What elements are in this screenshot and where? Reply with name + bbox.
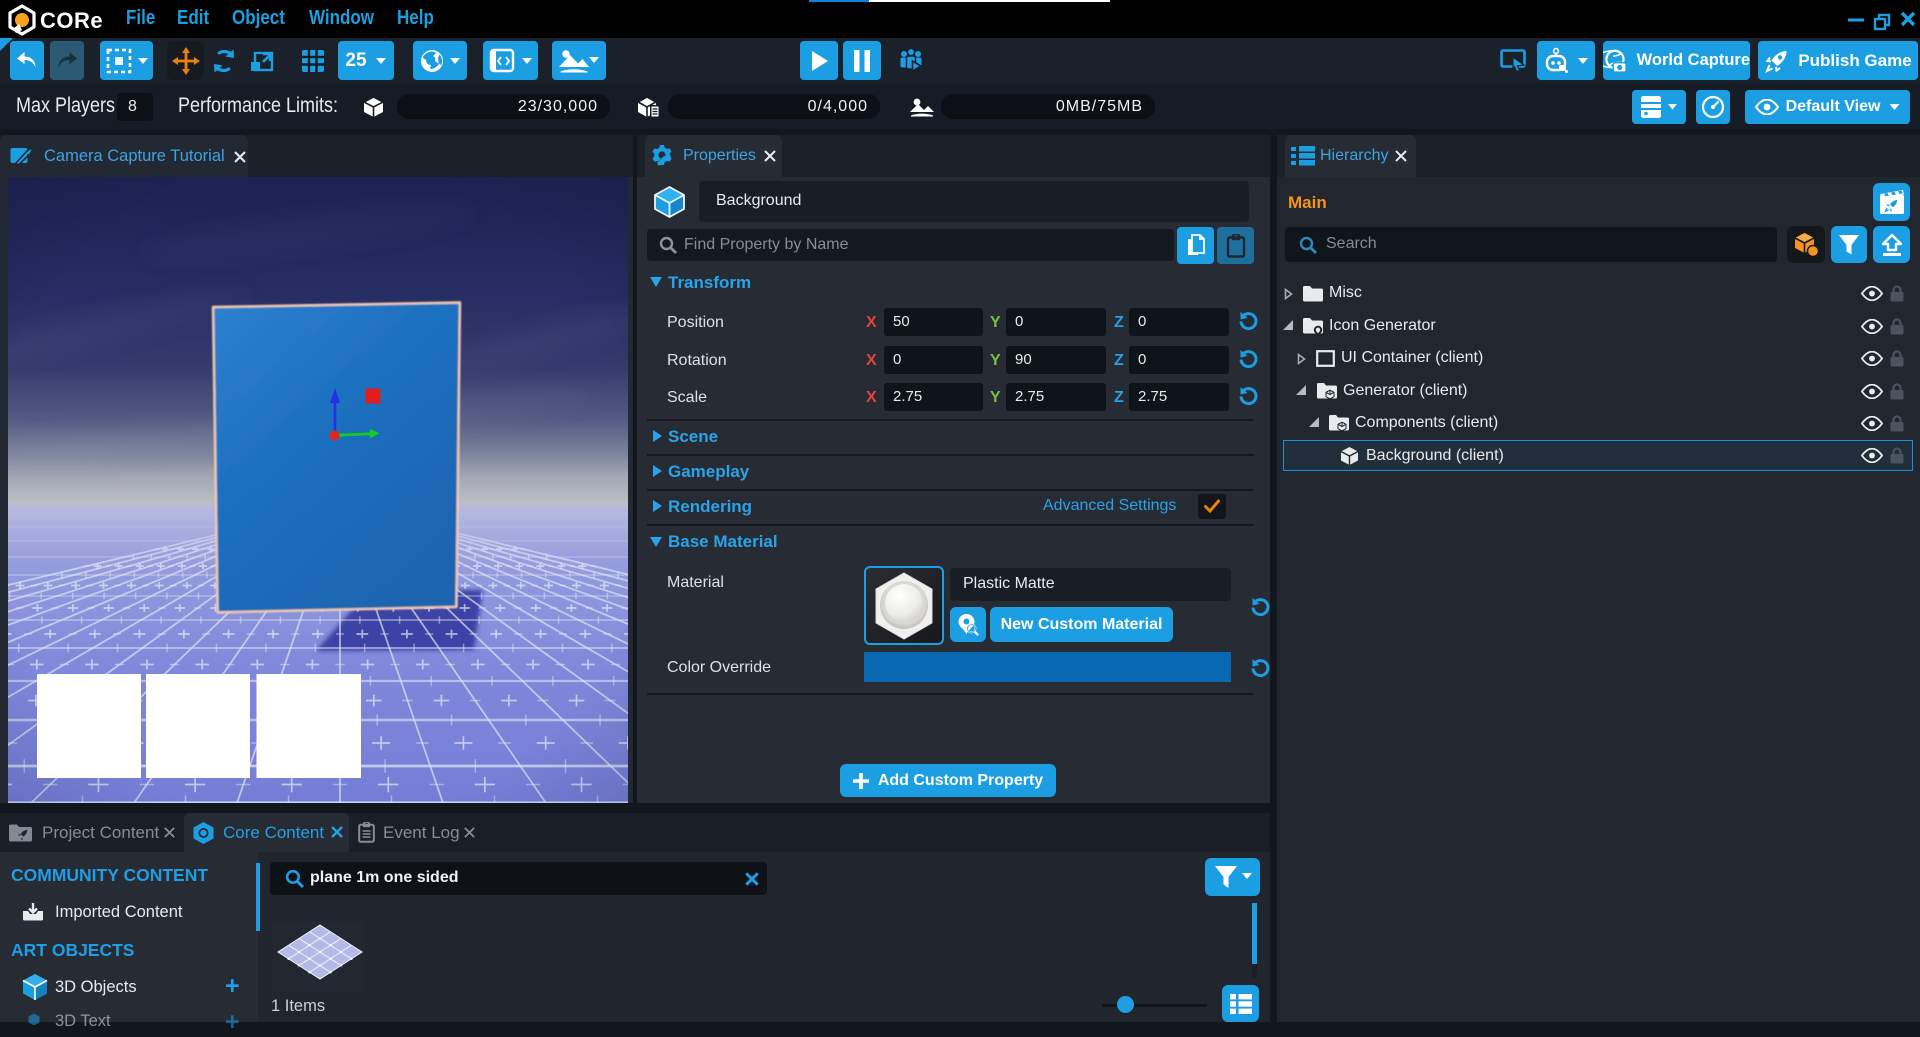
svg-text:CORe: CORe [40,8,103,33]
